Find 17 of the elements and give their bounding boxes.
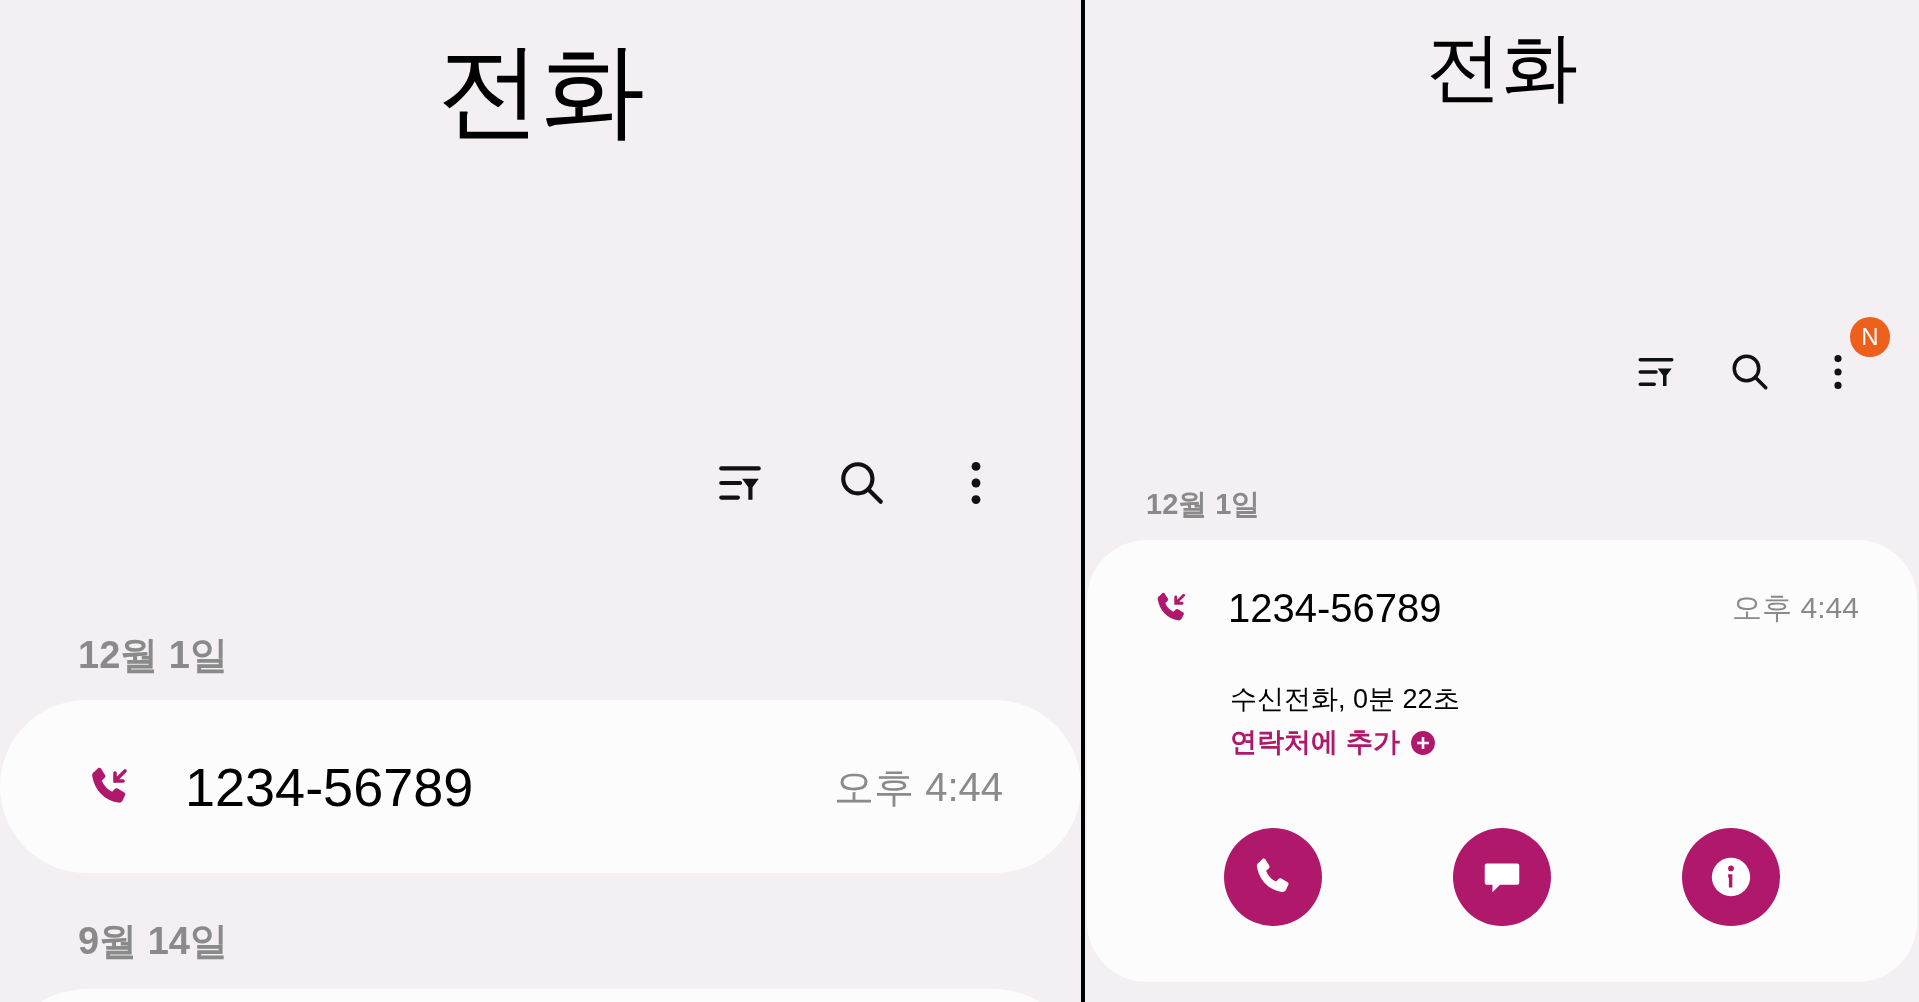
call-detail: 수신전화, 0분 22초	[1230, 686, 1461, 713]
phone-number: 1234-56789	[185, 759, 474, 814]
phone-number: 1234-56789	[1228, 588, 1442, 628]
page-title: 전화	[1426, 29, 1578, 105]
call-time: 오후 4:44	[834, 766, 1003, 807]
call-card[interactable]: 1234-56789 오후 4:44	[0, 700, 1081, 873]
notification-badge: N	[1850, 317, 1890, 357]
page-title: 전화	[436, 38, 645, 142]
call-card[interactable]: 1234-56789 오후 4:44 수신전화, 0분 22초 연락처에 추가	[1087, 540, 1917, 982]
date-header: 12월 1일	[1146, 489, 1261, 519]
date-header: 9월 14일	[78, 922, 228, 960]
more-icon	[1834, 355, 1842, 389]
call-time: 오후 4:44	[1732, 593, 1859, 623]
more-icon	[971, 462, 981, 504]
date-header: 12월 1일	[78, 636, 228, 674]
plus-icon	[1409, 729, 1436, 756]
add-contact-link[interactable]: 연락처에 추가	[1230, 729, 1436, 756]
